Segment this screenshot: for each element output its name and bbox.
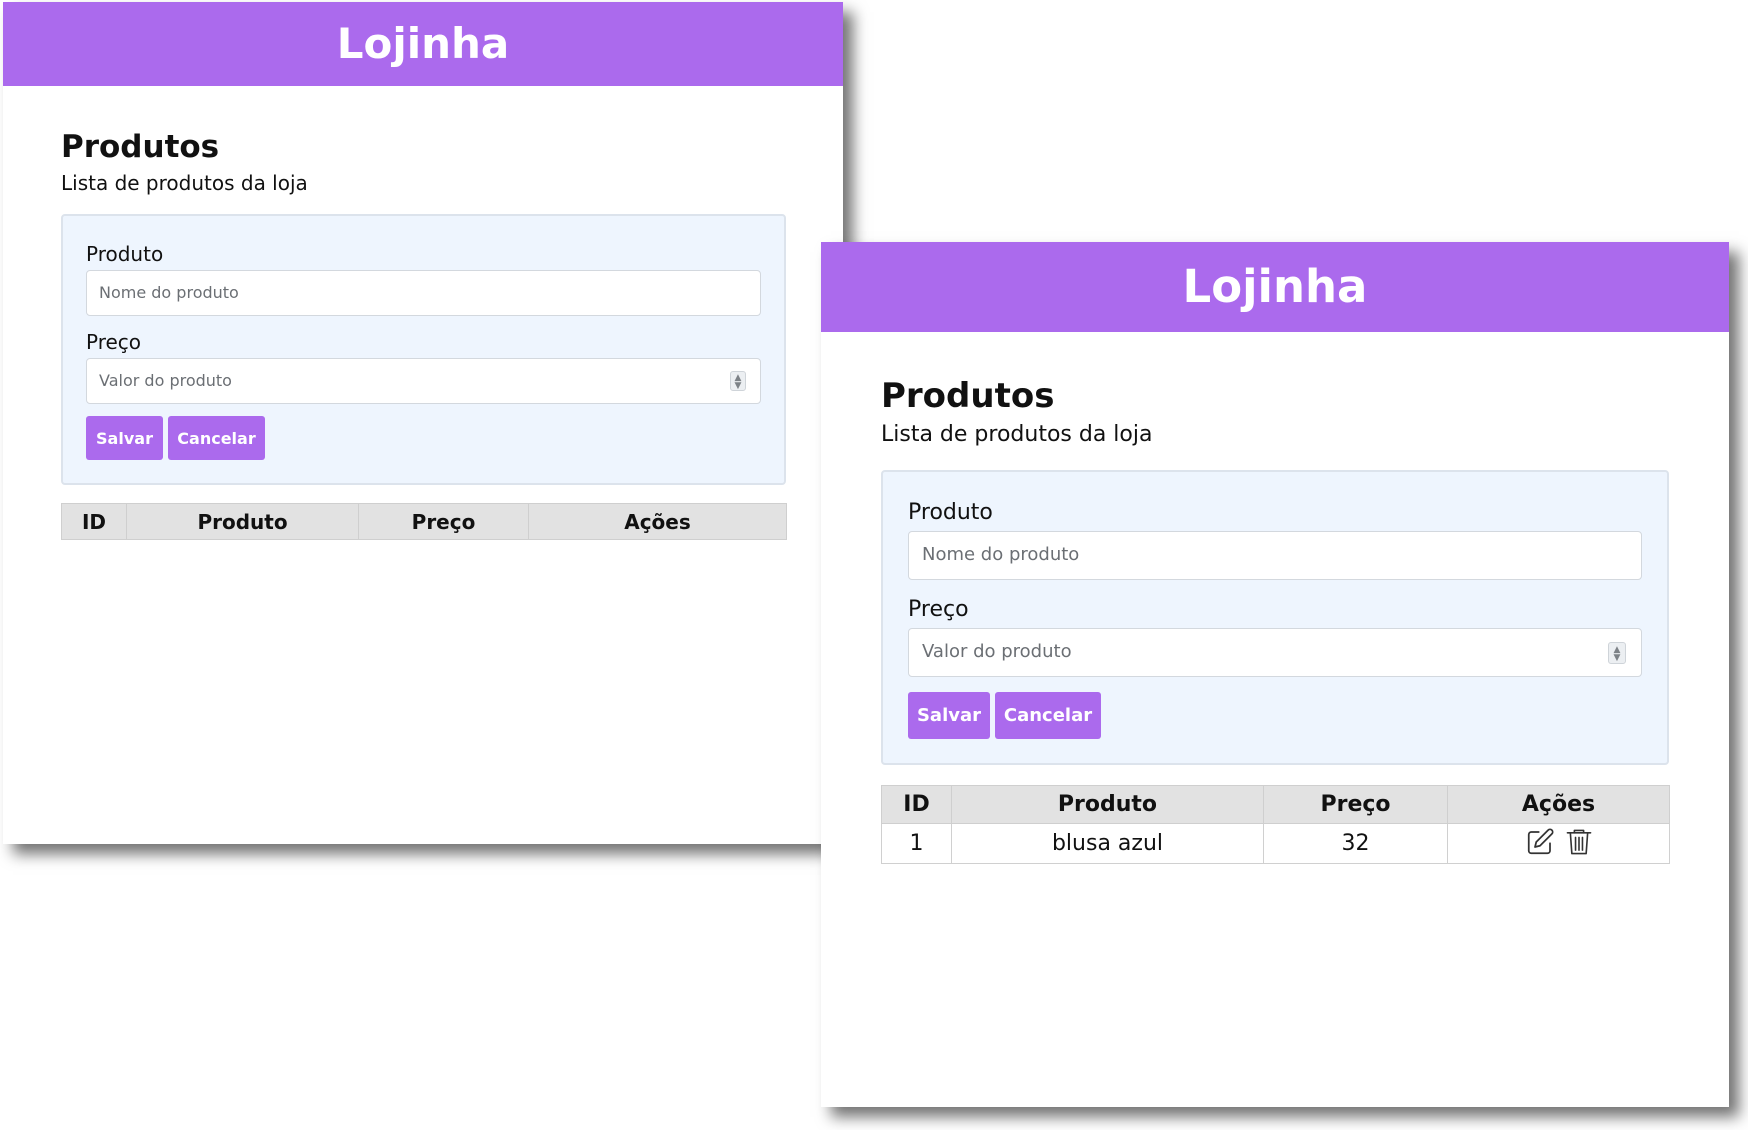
product-table: ID Produto Preço Ações [61,503,787,540]
product-label: Produto [908,500,993,525]
cell-produto: blusa azul [951,823,1264,864]
column-header-id: ID [881,785,952,824]
column-header-produto: Produto [951,785,1264,824]
app-window-with-product: Lojinha Produtos Lista de produtos da lo… [821,242,1729,1107]
number-spinner-icon[interactable]: ▲ ▼ [730,371,746,391]
column-header-preco: Preço [358,503,529,540]
product-label: Produto [86,242,164,266]
cell-preco: 32 [1263,823,1448,864]
main-content: Produtos Lista de produtos da loja Produ… [821,332,1729,864]
product-table: ID Produto Preço Ações 1 blusa azul 32 [881,785,1670,864]
price-label: Preço [908,597,969,622]
price-placeholder: Valor do produto [99,371,232,390]
form-actions: Salvar Cancelar [86,416,761,460]
table-row: 1 blusa azul 32 [881,823,1670,864]
table-body: 1 blusa azul 32 [881,823,1670,864]
page-subtitle: Lista de produtos da loja [881,422,1153,447]
page-subtitle: Lista de produtos da loja [61,171,308,195]
form-actions: Salvar Cancelar [908,692,1642,739]
price-input[interactable]: Valor do produto ▲ ▼ [908,628,1642,677]
product-name-input[interactable]: Nome do produto [908,531,1642,580]
app-title: Lojinha [1182,260,1368,313]
row-actions [1525,827,1593,857]
column-header-acoes: Ações [528,503,787,540]
main-content: Produtos Lista de produtos da loja Produ… [3,86,843,540]
cell-acoes [1447,823,1670,864]
product-form: Produto Nome do produto Preço Valor do p… [881,470,1669,765]
app-header: Lojinha [3,2,843,86]
column-header-produto: Produto [126,503,359,540]
cancel-button[interactable]: Cancelar [168,416,265,460]
save-button[interactable]: Salvar [908,692,990,739]
save-button[interactable]: Salvar [86,416,163,460]
number-spinner-icon[interactable]: ▲ ▼ [1608,641,1626,664]
page-title: Produtos [61,129,220,165]
product-form: Produto Nome do produto Preço Valor do p… [61,214,786,485]
table-header-row: ID Produto Preço Ações [61,503,787,540]
app-window-empty-list: Lojinha Produtos Lista de produtos da lo… [3,2,843,844]
product-name-placeholder: Nome do produto [99,283,239,302]
page-title: Produtos [881,376,1055,416]
trash-icon[interactable] [1565,827,1593,857]
product-name-placeholder: Nome do produto [922,544,1080,565]
price-label: Preço [86,330,142,354]
price-input[interactable]: Valor do produto ▲ ▼ [86,358,761,404]
price-placeholder: Valor do produto [922,641,1072,662]
table-header-row: ID Produto Preço Ações [881,785,1670,824]
app-header: Lojinha [821,242,1729,332]
column-header-acoes: Ações [1447,785,1670,824]
column-header-preco: Preço [1263,785,1448,824]
cancel-button[interactable]: Cancelar [995,692,1101,739]
app-title: Lojinha [336,19,510,68]
edit-icon[interactable] [1525,827,1555,857]
column-header-id: ID [61,503,127,540]
product-name-input[interactable]: Nome do produto [86,270,761,316]
cell-id: 1 [881,823,952,864]
